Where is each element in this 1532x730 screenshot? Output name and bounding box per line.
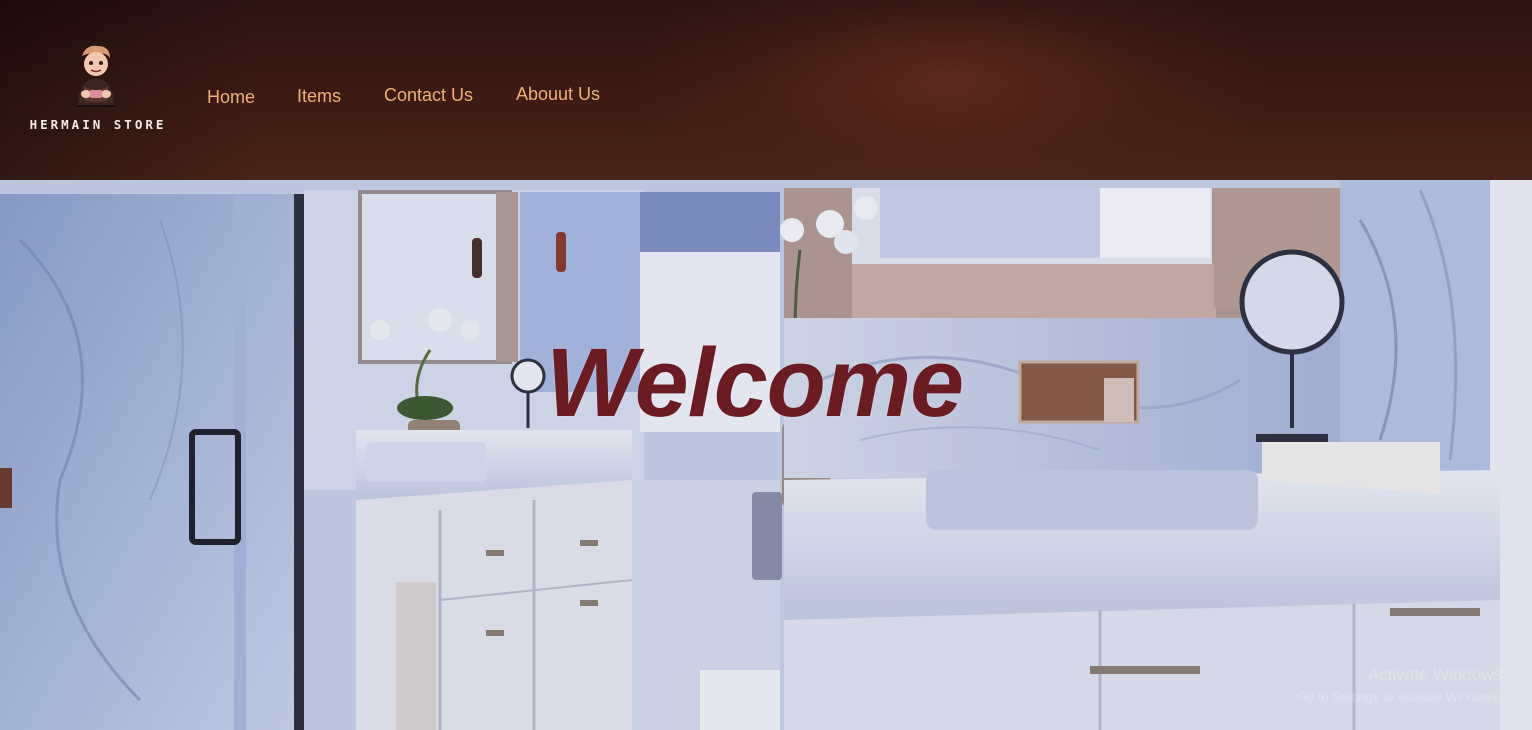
- site-header: HERMAIN STORE Home Items Contact Us Abou…: [0, 0, 1532, 192]
- brand-logo[interactable]: HERMAIN STORE: [10, 40, 182, 140]
- watermark-line-2: Go to Settings to activate Windows.: [1296, 689, 1502, 704]
- nav-item-items[interactable]: Items: [297, 86, 341, 107]
- mascot-icon: [76, 45, 116, 107]
- header-glow: [640, 0, 1260, 192]
- brand-name: HERMAIN STORE: [29, 117, 167, 132]
- activation-watermark: Activate Windows Go to Settings to activ…: [1297, 664, 1502, 708]
- hero-banner: Welcome Activate Windows Go to Settings …: [0, 180, 1532, 730]
- bathroom-vanity-photo: [0, 180, 1532, 730]
- nav-item-contact[interactable]: Contact Us: [384, 85, 473, 106]
- nav-item-home[interactable]: Home: [207, 87, 255, 108]
- hero-title: Welcome: [546, 328, 964, 437]
- nav-item-about[interactable]: Abouut Us: [516, 84, 600, 105]
- watermark-line-1: Activate Windows: [1367, 665, 1502, 684]
